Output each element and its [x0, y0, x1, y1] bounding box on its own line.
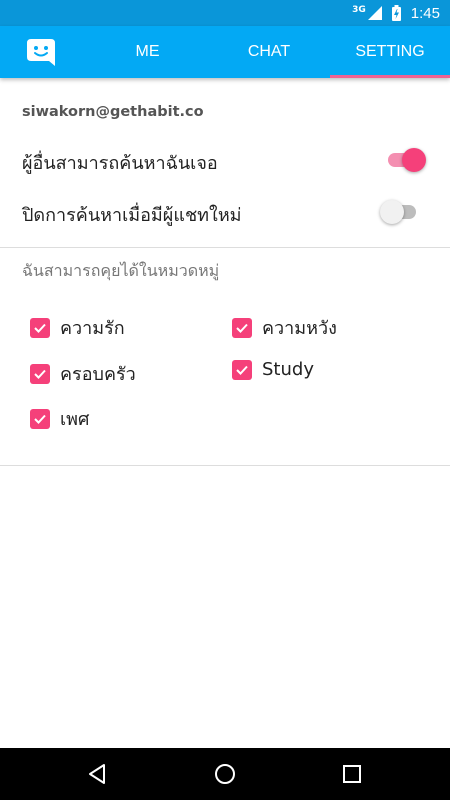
- navigation-bar: [0, 748, 450, 800]
- stop-search-toggle[interactable]: [380, 200, 420, 224]
- checkbox-checked-icon[interactable]: [30, 363, 50, 384]
- topic-sex[interactable]: เพศ: [30, 404, 89, 433]
- back-icon[interactable]: [85, 762, 109, 786]
- topic-label: เพศ: [60, 409, 90, 430]
- topic-hope[interactable]: ความหวัง: [232, 313, 337, 342]
- home-icon[interactable]: [213, 762, 237, 786]
- divider: [0, 465, 450, 466]
- topic-label: ความรัก: [60, 318, 125, 339]
- tab-chat[interactable]: CHAT: [210, 26, 328, 78]
- setting-label-discoverable: ผู้อื่นสามารถค้นหาฉันเจอ: [22, 153, 218, 174]
- checkbox-checked-icon[interactable]: [232, 359, 252, 380]
- signal-icon: [367, 6, 382, 20]
- setting-label-stop-search: ปิดการค้นหาเมื่อมีผู้แชทใหม่: [22, 205, 242, 226]
- topic-love[interactable]: ความรัก: [30, 313, 125, 342]
- checkbox-checked-icon[interactable]: [30, 408, 50, 429]
- topic-label: ครอบครัว: [60, 364, 136, 385]
- battery-charging-icon: [391, 5, 401, 21]
- checkbox-checked-icon[interactable]: [30, 317, 50, 338]
- checkbox-checked-icon[interactable]: [232, 317, 252, 338]
- tab-setting[interactable]: SETTING: [330, 26, 450, 78]
- active-tab-indicator: [330, 75, 450, 78]
- discoverable-toggle[interactable]: [388, 148, 426, 172]
- topics-title: ฉันสามารถคุยได้ในหมวดหมู่: [22, 261, 220, 280]
- topic-label: Study: [262, 359, 314, 380]
- app-bar: ME CHAT SETTING: [0, 26, 450, 78]
- account-email: siwakorn@gethabit.co: [22, 104, 204, 120]
- divider: [0, 247, 450, 248]
- network-type: 3G: [352, 5, 366, 15]
- clock: 1:45: [410, 4, 440, 22]
- status-bar: 3G 1:45: [0, 0, 450, 26]
- setting-row-discoverable: ผู้อื่นสามารถค้นหาฉันเจอ: [0, 137, 450, 183]
- tab-me[interactable]: ME: [90, 26, 205, 78]
- topic-family[interactable]: ครอบครัว: [30, 359, 136, 388]
- topic-study[interactable]: Study: [232, 359, 314, 380]
- recents-icon[interactable]: [340, 762, 364, 786]
- setting-row-stop-search: ปิดการค้นหาเมื่อมีผู้แชทใหม่: [0, 189, 450, 235]
- smiley-chat-icon: [27, 39, 55, 66]
- topic-label: ความหวัง: [262, 318, 337, 339]
